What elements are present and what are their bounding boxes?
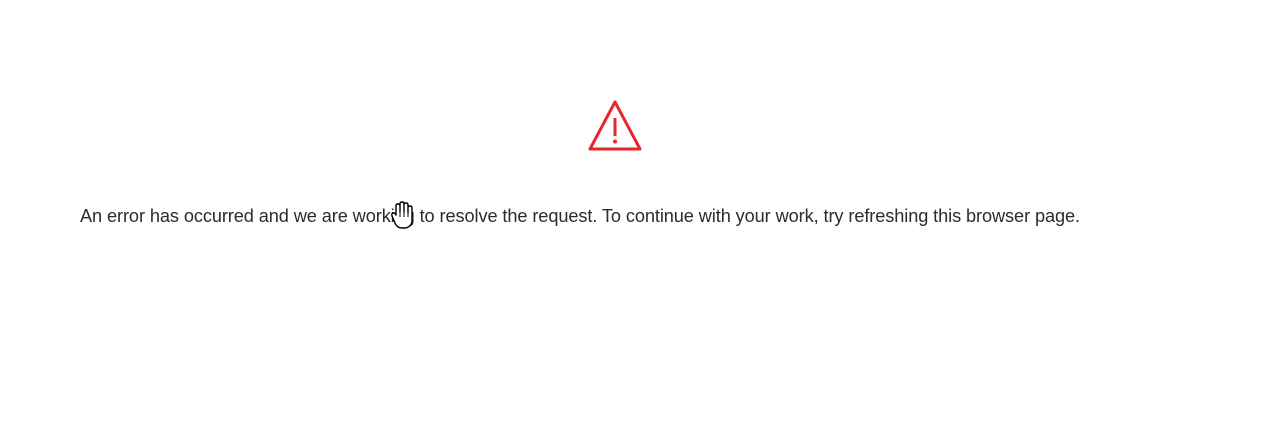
error-page: An error has occurred and we are working… (0, 0, 1281, 441)
warning-triangle-icon (587, 98, 643, 152)
error-message: An error has occurred and we are working… (80, 206, 1080, 226)
